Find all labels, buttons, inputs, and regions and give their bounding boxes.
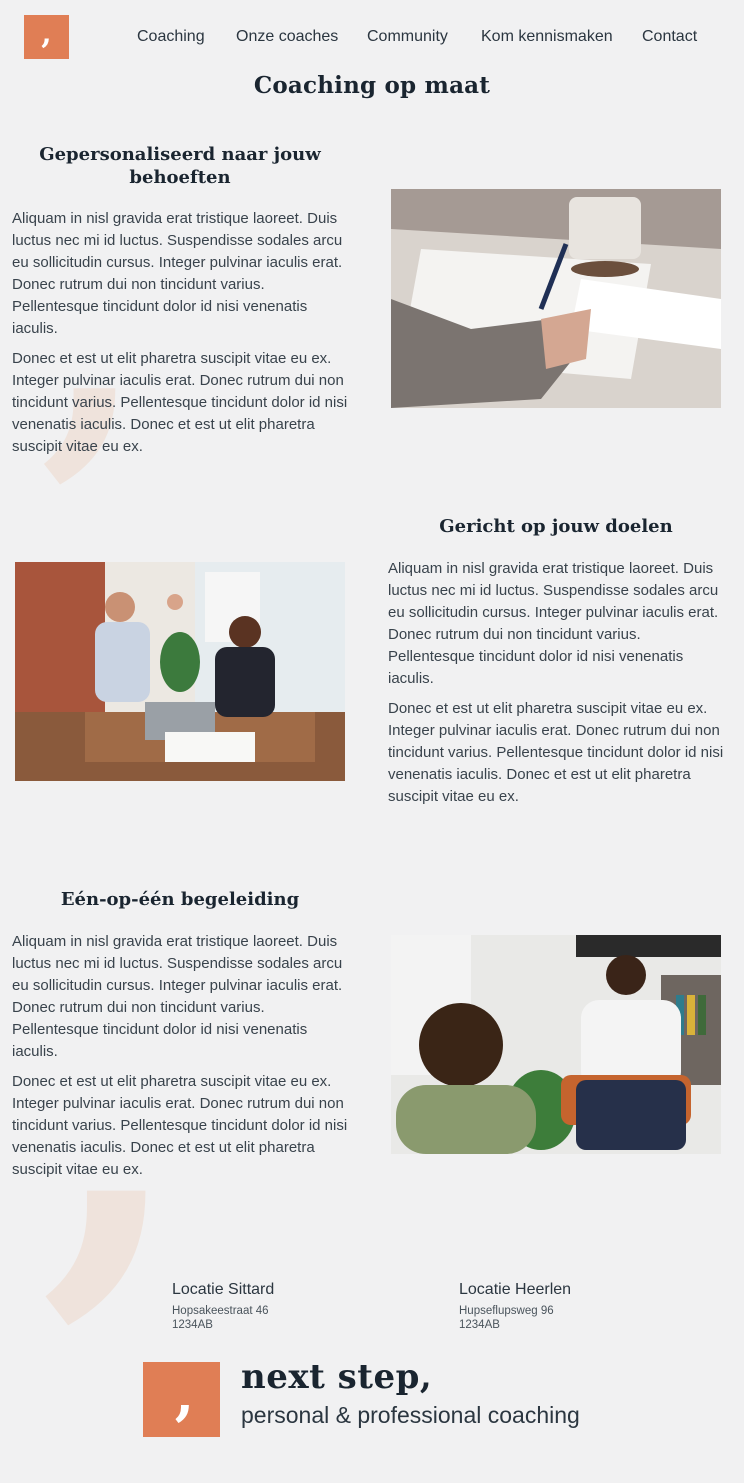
nav-item-coaching[interactable]: Coaching [137, 28, 205, 46]
nav-item-contact[interactable]: Contact [642, 28, 697, 46]
logo-comma-mark: , [41, 16, 52, 51]
footer-brand-tagline: personal & professional coaching [241, 1402, 580, 1428]
location-sittard-title: Locatie Sittard [172, 1281, 275, 1298]
location-sittard-street: Hopsakeestraat 46 [172, 1305, 269, 1317]
logo[interactable]: , [24, 15, 69, 59]
location-heerlen-postcode: 1234AB [459, 1319, 500, 1331]
location-heerlen-street: Hupseflupsweg 96 [459, 1305, 554, 1317]
main-nav: Coaching Onze coaches Community Kom kenn… [137, 28, 717, 50]
page-title: Coaching op maat [253, 72, 491, 99]
nav-item-community[interactable]: Community [367, 28, 448, 46]
photo-coaching-session [391, 935, 721, 1154]
photo-writing-notes [391, 189, 721, 408]
nav-item-onze-coaches[interactable]: Onze coaches [236, 28, 338, 46]
section-1-title: Gepersonaliseerd naar jouw behoeften [39, 144, 321, 188]
footer-brand-name: next step, [241, 1357, 433, 1397]
footer-logo[interactable]: , [143, 1362, 220, 1437]
section-3-title: Eén-op-één begeleiding [60, 889, 300, 910]
section-2-title: Gericht op jouw doelen [439, 516, 673, 537]
nav-item-kom-kennismaken[interactable]: Kom kennismaken [481, 28, 613, 46]
photo-high-five [15, 562, 345, 781]
section-1-paragraph-2: Donec et est ut elit pharetra suscipit v… [12, 350, 348, 455]
section-3-paragraph-2: Donec et est ut elit pharetra suscipit v… [12, 1073, 348, 1178]
section-3-paragraph-1: Aliquam in nisl gravida erat tristique l… [12, 933, 343, 1060]
location-sittard-postcode: 1234AB [172, 1319, 213, 1331]
footer-logo-comma-mark: , [174, 1361, 195, 1428]
location-heerlen-title: Locatie Heerlen [459, 1281, 572, 1298]
section-2-paragraph-2: Donec et est ut elit pharetra suscipit v… [388, 700, 724, 805]
section-1-paragraph-1: Aliquam in nisl gravida erat tristique l… [12, 210, 343, 337]
section-2-paragraph-1: Aliquam in nisl gravida erat tristique l… [388, 560, 719, 687]
